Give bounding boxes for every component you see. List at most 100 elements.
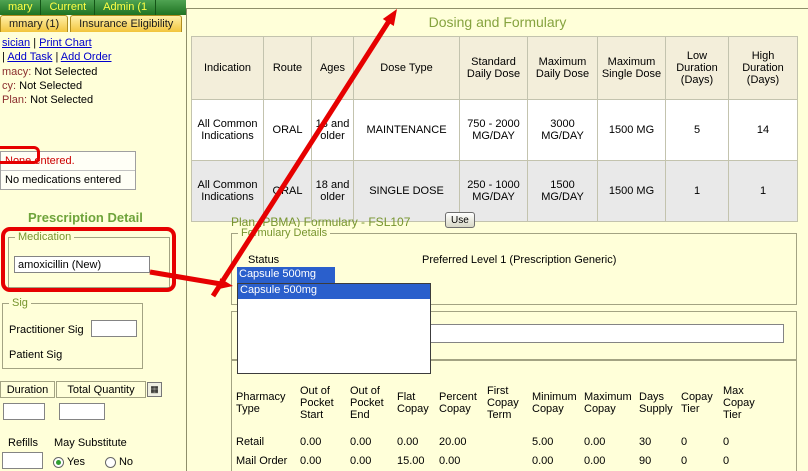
cy-status-line: cy: Not Selected (2, 80, 82, 92)
column-header: Percent Copay (437, 374, 485, 432)
chart-links-row-2: | Add Task | Add Order (2, 51, 112, 63)
plan-label: Plan: (2, 94, 27, 106)
total-quantity-input[interactable] (59, 403, 105, 420)
cell: 30 (637, 432, 679, 451)
status-value: Preferred Level 1 (Prescription Generic) (422, 254, 616, 266)
pharmacy-status-line: macy: Not Selected (2, 66, 97, 78)
cell: 0 (679, 451, 721, 470)
top-tab-bar: mary Current Admin (1 (0, 0, 186, 15)
cell: 0.00 (437, 451, 485, 470)
cell: 5 (666, 100, 729, 161)
tab-insurance-eligibility[interactable]: Insurance Eligibility (70, 15, 182, 32)
cell: 0.00 (530, 451, 582, 470)
dosing-row-maintenance[interactable]: All Common Indications ORAL 18 and older… (192, 100, 798, 161)
no-medications-entered: No medications entered (1, 171, 135, 189)
cell: 0.00 (348, 432, 395, 451)
pharmacy-label: macy: (2, 66, 31, 78)
copay-header-row: Pharmacy Type Out of Pocket Start Out of… (234, 374, 766, 432)
cy-value: Not Selected (19, 80, 82, 92)
cell (485, 451, 530, 470)
cell: ORAL (264, 161, 312, 222)
column-header: Route (264, 37, 312, 100)
tab-current[interactable]: Current (41, 0, 95, 15)
cell: 3000 MG/DAY (528, 100, 598, 161)
cell: 1500 MG (598, 161, 666, 222)
cell: 0.00 (298, 432, 348, 451)
cell (485, 432, 530, 451)
medication-fieldset: Medication (8, 237, 170, 288)
copay-table: Pharmacy Type Out of Pocket Start Out of… (234, 374, 766, 470)
column-header: Maximum Copay (582, 374, 637, 432)
dropdown-option[interactable]: Capsule 500mg (238, 284, 430, 299)
cell: 15.00 (395, 451, 437, 470)
may-substitute-radios: Yes No (53, 456, 133, 468)
tab-admin[interactable]: Admin (1 (95, 0, 156, 15)
physician-link[interactable]: sician (2, 37, 30, 49)
add-order-link[interactable]: Add Order (61, 51, 112, 63)
cell: 0 (721, 432, 766, 451)
medication-legend: Medication (15, 231, 74, 243)
use-button[interactable]: Use (445, 212, 475, 228)
status-label: Status (248, 254, 279, 266)
medication-input[interactable] (14, 256, 150, 273)
practitioner-sig-label: Practitioner Sig (9, 324, 84, 336)
cell: MAINTENANCE (354, 100, 460, 161)
pharmacy-value: Not Selected (34, 66, 97, 78)
column-header: Max Copay Tier (721, 374, 766, 432)
column-header: First Copay Term (485, 374, 530, 432)
refills-input[interactable] (2, 452, 43, 469)
tab-summary-count[interactable]: mmary (1) (0, 15, 68, 32)
cell: 1 (666, 161, 729, 222)
print-chart-link[interactable]: Print Chart (39, 37, 92, 49)
cell: 1500 MG/DAY (528, 161, 598, 222)
cell: 750 - 2000 MG/DAY (460, 100, 528, 161)
column-header: Ages (312, 37, 354, 100)
copay-row-mail-order[interactable]: Mail Order 0.00 0.00 15.00 0.00 0.00 0.0… (234, 451, 766, 470)
column-header: Out of Pocket End (348, 374, 395, 432)
practitioner-sig-input[interactable] (91, 320, 137, 337)
plan-status-line: Plan: Not Selected (2, 94, 93, 106)
medication-form-combobox[interactable]: Capsule 500mg (237, 267, 335, 283)
cell: SINGLE DOSE (354, 161, 460, 222)
chart-links-row-1: sician | Print Chart (2, 37, 92, 49)
separator: | (55, 51, 58, 63)
column-header: Flat Copay (395, 374, 437, 432)
yes-radio[interactable] (53, 457, 64, 468)
column-header: Low Duration (Days) (666, 37, 729, 100)
column-header: Indication (192, 37, 264, 100)
cy-label: cy: (2, 80, 16, 92)
dosing-header-row: Indication Route Ages Dose Type Standard… (192, 37, 798, 100)
formulary-details-legend: Formulary Details (238, 227, 330, 239)
cell: Mail Order (234, 451, 298, 470)
calculator-button[interactable]: ▦ (147, 382, 162, 397)
add-task-link[interactable]: Add Task (7, 51, 52, 63)
no-radio[interactable] (105, 457, 116, 468)
copay-details-fieldset: Copay Details Pharmacy Type Out of Pocke… (231, 359, 797, 471)
cell: All Common Indications (192, 161, 264, 222)
dosing-table: Indication Route Ages Dose Type Standard… (191, 36, 798, 222)
sig-legend: Sig (9, 297, 31, 309)
grid-icon: ▦ (150, 384, 159, 394)
total-quantity-label: Total Quantity (56, 381, 146, 398)
duration-label: Duration (0, 381, 55, 398)
duration-input[interactable] (3, 403, 45, 420)
copay-row-retail[interactable]: Retail 0.00 0.00 0.00 20.00 5.00 0.00 30… (234, 432, 766, 451)
prescription-detail-title: Prescription Detail (28, 210, 143, 225)
column-header: Maximum Single Dose (598, 37, 666, 100)
column-header: Pharmacy Type (234, 374, 298, 432)
tab-summary[interactable]: mary (0, 0, 41, 15)
second-tab-bar: mmary (1) Insurance Eligibility (0, 15, 182, 32)
plan-value: Not Selected (30, 94, 93, 106)
column-header: Out of Pocket Start (298, 374, 348, 432)
column-header: Copay Tier (679, 374, 721, 432)
dosing-and-formulary-dialog: Dosing and Formulary Indication Route Ag… (186, 8, 808, 471)
cell: 1500 MG (598, 100, 666, 161)
column-header: Days Supply (637, 374, 679, 432)
cell: 0.00 (298, 451, 348, 470)
separator: | (33, 37, 36, 49)
dosing-row-single-dose[interactable]: All Common Indications ORAL 18 and older… (192, 161, 798, 222)
column-header: Minimum Copay (530, 374, 582, 432)
alerts-box: None entered. No medications entered (0, 151, 136, 190)
column-header: Dose Type (354, 37, 460, 100)
allergies-none-entered: None entered. (1, 152, 135, 171)
